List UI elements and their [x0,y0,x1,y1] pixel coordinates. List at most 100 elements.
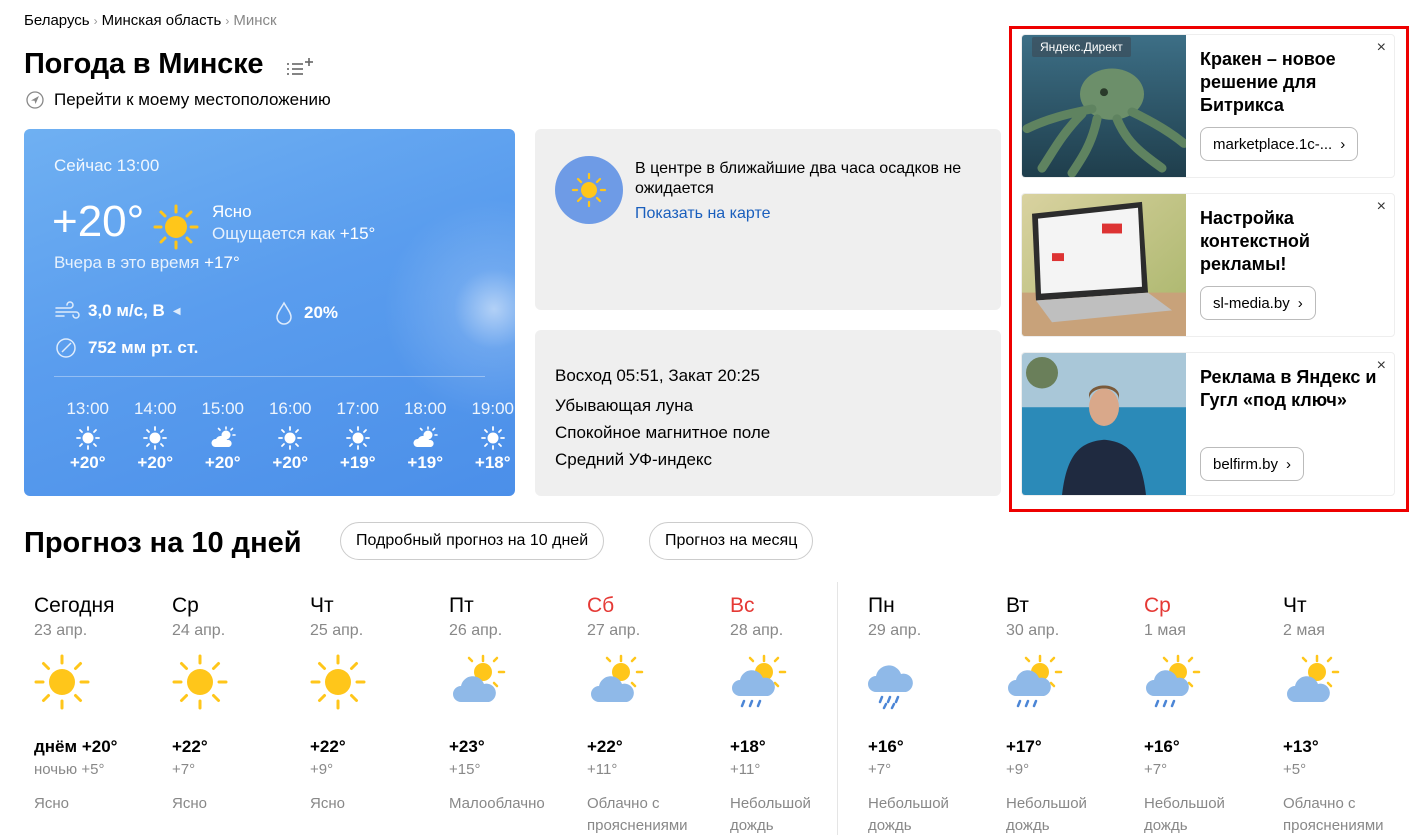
close-icon[interactable]: × [1377,39,1386,57]
current-weather-card[interactable]: Сейчас 13:00 +20° Ясно Ощущается как +15… [24,129,515,496]
hourly-item: 14:00 +20° [122,399,190,473]
forecast-day[interactable]: Чт 2 мая +13° +5° Облачно с прояснениями [1283,594,1403,835]
hour-time: 18:00 [403,399,447,418]
ad-title[interactable]: Настройка контекстной рекламы! [1200,207,1380,276]
forecast-day[interactable]: Ср 1 мая +16° +7° Небольшой дождь [1144,594,1264,835]
sun-icon [172,654,228,710]
night-temperature: +9° [310,761,334,778]
forecast-title: Прогноз на 10 дней [24,527,302,559]
pressure-info: 752 мм рт. ст. [54,336,198,360]
ad-link-button[interactable]: belfirm.by › [1200,447,1305,481]
pressure-value: 752 мм рт. ст. [88,338,199,357]
chevron-right-icon: › [1340,135,1346,153]
day-temperature: +22° [310,737,346,756]
ad-item[interactable]: Яндекс.Директ Кракен – новое решение для… [1021,34,1395,178]
sun-icon [75,426,100,450]
day-name: Ср [1144,594,1171,617]
yesterday-temperature: Вчера в это время +17° [54,253,240,273]
breadcrumb-country[interactable]: Беларусь [24,12,90,29]
monthly-forecast-button[interactable]: Прогноз на месяц [649,522,814,560]
forecast-day[interactable]: Сегодня 23 апр. днём +20° ночью +5° Ясно [34,594,154,815]
my-location-link[interactable]: Перейти к моему местоположению [26,90,331,110]
day-condition: Облачно с прояснениями [1283,795,1384,834]
forecast-day[interactable]: Ср 24 апр. +22° +7° Ясно [172,594,292,815]
day-date: 23 апр. [34,622,88,639]
day-name: Вс [730,594,755,617]
divider [54,376,485,377]
uv-index: Средний УФ-индекс [555,450,713,469]
precipitation-badge [555,156,623,224]
ad-title[interactable]: Реклама в Яндекс и Гугл «под ключ» [1200,366,1380,412]
ad-link-label: belfirm.by [1213,455,1279,473]
ad-link-button[interactable]: marketplace.1c-... › [1200,127,1359,161]
day-temperature: +16° [1144,737,1180,756]
sun-cloud-rain-icon [1008,654,1063,708]
sun-icon [153,204,199,250]
day-condition: Небольшой дождь [1006,795,1087,834]
sun-icon [345,426,370,450]
page-title: Погода в Минске [24,48,264,80]
forecast-day[interactable]: Сб 27 апр. +22° +11° Облачно с прояснениями [587,594,707,835]
day-date: 29 апр. [868,622,922,639]
magnetic-field: Спокойное магнитное поле [555,423,771,442]
forecast-day[interactable]: Вс 28 апр. +18° +11° Небольшой дождь [730,594,850,835]
sun-cloud-icon [591,654,644,702]
day-condition: Небольшой дождь [1144,795,1225,834]
day-condition: Небольшой дождь [868,795,949,834]
ad-title[interactable]: Кракен – новое решение для Битрикса [1200,48,1380,117]
hour-temperature: +19° [339,453,376,472]
ad-item[interactable]: Реклама в Яндекс и Гугл «под ключ» belfi… [1021,352,1395,496]
precipitation-card[interactable]: В центре в ближайшие два часа осадков не… [535,129,1001,310]
night-temperature: +7° [868,761,892,778]
day-date: 1 мая [1144,622,1186,639]
day-date: 28 апр. [730,622,784,639]
close-icon[interactable]: × [1377,357,1386,375]
current-temperature: +20° [52,197,145,246]
day-temperature: +16° [868,737,904,756]
night-temperature: ночью +5° [34,761,105,778]
day-name: Сб [587,594,615,617]
detailed-forecast-button[interactable]: Подробный прогноз на 10 дней [340,522,605,560]
moon-phase: Убывающая луна [555,396,694,415]
hourly-forecast[interactable]: 13:00 +20° 14:00 +20° 15:00 +20° 16:00 +… [54,399,515,473]
day-temperature: +13° [1283,737,1319,756]
day-name: Чт [310,594,334,617]
forecast-day[interactable]: Пн 29 апр. +16° +7° Небольшой дождь [868,594,988,835]
day-temperature: днём +20° [34,737,118,756]
sun-cloud-icon [1287,654,1340,702]
my-location-label: Перейти к моему местоположению [54,90,331,109]
wind-value: 3,0 м/с, В [88,301,165,320]
day-name: Сегодня [34,594,115,617]
add-to-list-icon[interactable] [285,56,315,78]
yesterday-value: +17° [204,253,240,272]
location-arrow-icon [26,91,44,109]
hour-temperature: +20° [137,453,174,472]
sun-icon [34,654,90,710]
day-temperature: +18° [730,737,766,756]
ad-link-label: marketplace.1c-... [1213,135,1333,153]
close-icon[interactable]: × [1377,198,1386,216]
ad-link-button[interactable]: sl-media.by › [1200,286,1316,320]
day-condition: Малооблачно [449,795,545,812]
day-condition: Небольшой дождь [730,795,811,834]
feels-like-label: Ощущается как [212,224,340,243]
forecast-day[interactable]: Чт 25 апр. +22° +9° Ясно [310,594,430,815]
day-date: 2 мая [1283,622,1325,639]
humidity-value: 20% [304,303,339,322]
ad-item[interactable]: Настройка контекстной рекламы! sl-media.… [1021,193,1395,337]
sun-cloud-rain-icon [732,654,787,708]
breadcrumb-city: Минск [233,12,277,29]
hourly-item: 17:00 +19° [324,399,392,473]
hour-time: 13:00 [66,399,110,418]
day-date: 30 апр. [1006,622,1060,639]
sun-cloud-icon [453,654,506,702]
hour-temperature: +19° [407,453,444,472]
forecast-day[interactable]: Вт 30 апр. +17° +9° Небольшой дождь [1006,594,1126,835]
breadcrumb-region[interactable]: Минская область [102,12,222,29]
forecast-day[interactable]: Пт 26 апр. +23° +15° Малооблачно [449,594,569,815]
breadcrumb-separator: › [225,13,230,28]
hour-temperature: +18° [474,453,511,472]
show-on-map-link[interactable]: Показать на карте [635,205,770,223]
day-condition: Ясно [172,795,207,812]
ad-source-label: Яндекс.Директ [1032,37,1131,57]
